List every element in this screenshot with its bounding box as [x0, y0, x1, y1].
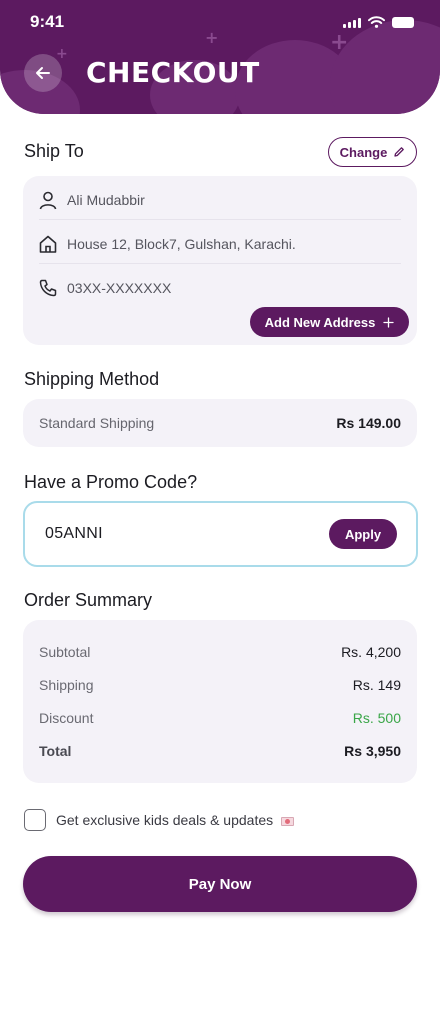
summary-row-total: Total Rs 3,950: [39, 743, 401, 759]
summary-label: Subtotal: [39, 644, 91, 660]
shipping-option[interactable]: Standard Shipping Rs 149.00: [23, 399, 417, 447]
summary-value: Rs. 4,200: [341, 644, 401, 660]
signal-icon: [343, 17, 361, 28]
ship-name-row: Ali Mudabbir: [38, 190, 402, 210]
home-icon: [38, 234, 58, 254]
summary-row-discount: Discount Rs. 500: [39, 710, 401, 726]
ship-address: House 12, Block7, Gulshan, Karachi.: [67, 236, 296, 252]
add-address-label: Add New Address: [264, 314, 376, 330]
sparkle-icon: +: [56, 46, 68, 62]
change-button-label: Change: [339, 144, 388, 160]
plus-icon: [383, 316, 395, 328]
summary-value: Rs 3,950: [344, 743, 401, 759]
summary-label: Discount: [39, 710, 94, 726]
summary-label: Total: [39, 743, 72, 759]
ship-to-card: Ali Mudabbir House 12, Block7, Gulshan, …: [23, 176, 417, 345]
shipping-method-card[interactable]: Standard Shipping Rs 149.00: [23, 399, 417, 447]
newsletter-label: Get exclusive kids deals & updates: [56, 812, 274, 828]
status-bar: 9:41: [0, 0, 440, 44]
wifi-icon: [368, 16, 385, 28]
divider: [39, 219, 401, 220]
ship-name: Ali Mudabbir: [67, 192, 145, 208]
newsletter-label-wrap: Get exclusive kids deals & updates: [56, 812, 295, 828]
shipping-method-heading: Shipping Method: [24, 369, 160, 389]
order-summary-card: Subtotal Rs. 4,200 Shipping Rs. 149 Disc…: [23, 620, 417, 783]
phone-icon: [38, 278, 58, 298]
promo-code-value[interactable]: 05ANNI: [45, 525, 103, 543]
status-time: 9:41: [30, 12, 65, 31]
mail-icon: [281, 816, 295, 826]
ship-address-row: House 12, Block7, Gulshan, Karachi.: [38, 234, 402, 254]
battery-icon: [392, 16, 414, 28]
promo-heading: Have a Promo Code?: [24, 472, 198, 492]
ship-phone-row: 03XX-XXXXXXX: [38, 278, 402, 298]
shipping-name: Standard Shipping: [39, 415, 155, 431]
summary-value: Rs. 500: [352, 710, 401, 726]
pay-now-button[interactable]: Pay Now: [23, 856, 417, 912]
shipping-price: Rs 149.00: [336, 415, 401, 431]
summary-label: Shipping: [39, 677, 94, 693]
page-title: CHECKOUT: [86, 56, 260, 89]
order-summary-heading: Order Summary: [24, 590, 153, 610]
arrow-left-icon: [36, 67, 50, 79]
ship-phone: 03XX-XXXXXXX: [67, 280, 172, 296]
status-icons: [343, 16, 414, 28]
newsletter-checkbox[interactable]: [24, 809, 46, 831]
add-new-address-button[interactable]: Add New Address: [250, 307, 409, 337]
header: + + + 9:41 CHECKOUT: [0, 0, 440, 114]
promo-input-field[interactable]: 05ANNI Apply: [23, 501, 418, 567]
summary-row-shipping: Shipping Rs. 149: [39, 677, 401, 693]
divider: [39, 263, 401, 264]
apply-promo-button[interactable]: Apply: [329, 519, 397, 549]
pencil-icon: [394, 147, 405, 157]
ship-to-heading: Ship To: [24, 141, 84, 161]
change-address-button[interactable]: Change: [328, 137, 417, 167]
summary-value: Rs. 149: [352, 677, 401, 693]
user-icon: [38, 190, 58, 210]
back-button[interactable]: [24, 54, 62, 92]
newsletter-row[interactable]: Get exclusive kids deals & updates: [24, 809, 295, 831]
summary-row-subtotal: Subtotal Rs. 4,200: [39, 644, 401, 660]
